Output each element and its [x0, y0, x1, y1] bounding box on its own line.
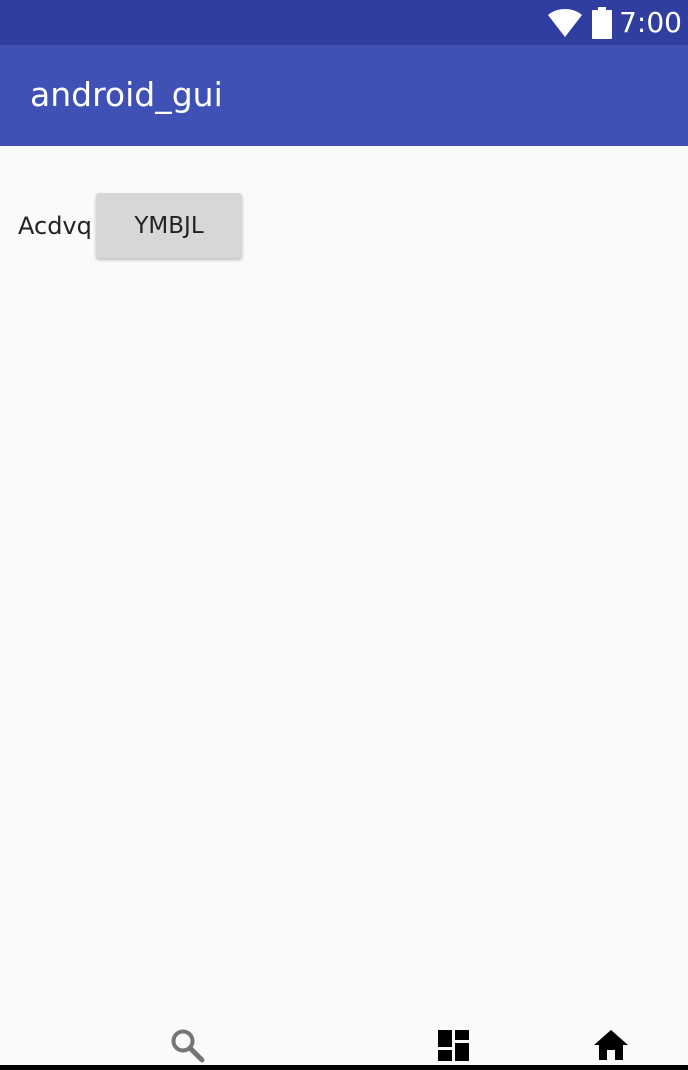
battery-icon [592, 7, 613, 39]
status-bar: 7:00 [0, 0, 688, 45]
app-bar: android_gui [0, 45, 688, 146]
status-time: 7:00 [619, 6, 682, 39]
search-icon [171, 1029, 205, 1063]
text-label: Acdvq [18, 212, 92, 240]
app-title: android_gui [30, 75, 223, 114]
search-button[interactable] [167, 1025, 207, 1065]
home-button[interactable] [591, 1025, 631, 1065]
screen: 7:00 android_gui Acdvq YMBJL [0, 0, 688, 1070]
bottom-divider [0, 1065, 688, 1070]
ymbjl-button[interactable]: YMBJL [96, 193, 242, 258]
dashboard-button[interactable] [433, 1025, 473, 1065]
content-area: Acdvq YMBJL [0, 146, 688, 1026]
wifi-icon [548, 9, 583, 37]
home-icon [594, 1030, 628, 1060]
bottom-nav [0, 1020, 688, 1065]
dashboard-icon [438, 1030, 469, 1061]
status-icons: 7:00 [547, 5, 682, 41]
